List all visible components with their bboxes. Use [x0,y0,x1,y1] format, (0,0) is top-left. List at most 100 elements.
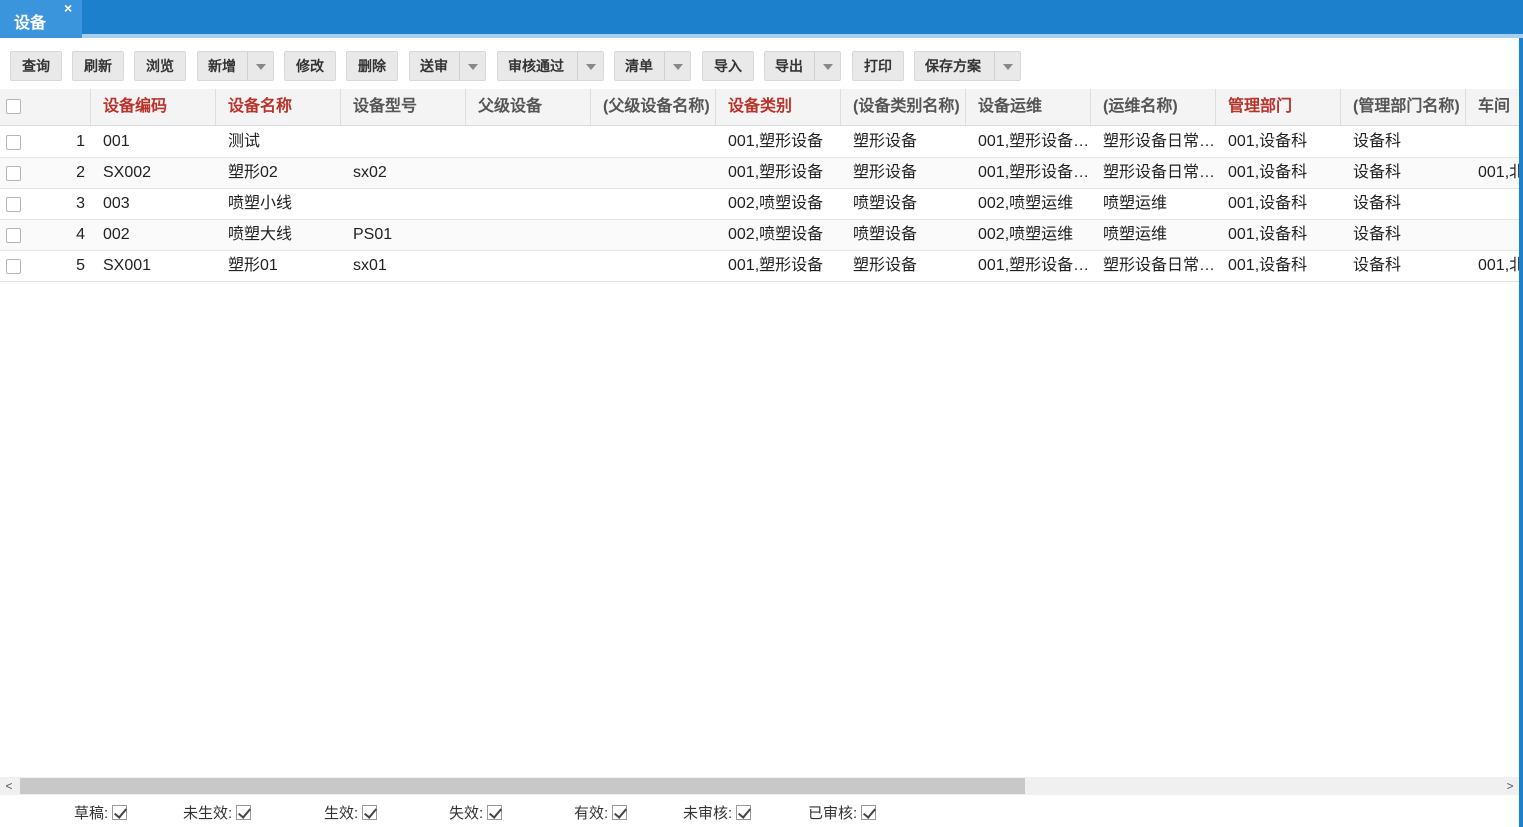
column-header-category[interactable]: 设备类别 [716,89,841,126]
horizontal-scrollbar[interactable]: < > [0,777,1519,795]
filter-checkbox[interactable] [112,805,128,820]
column-header-parent-name[interactable]: (父级设备名称) [591,89,716,126]
row-checkbox[interactable] [6,259,21,274]
table-cell[interactable]: SX002 [91,158,216,188]
table-cell[interactable] [466,251,591,281]
filter-effective[interactable]: 生效: [324,802,378,823]
table-cell[interactable]: 001 [91,127,216,157]
table-cell[interactable]: 001,设备科 [1216,158,1341,188]
table-cell[interactable] [591,127,716,157]
chevron-down-icon[interactable] [577,52,603,80]
scroll-right-icon[interactable]: > [1501,777,1519,795]
column-header-maintenance-name[interactable]: (运维名称) [1091,89,1216,126]
table-cell[interactable]: PS01 [341,220,466,250]
delete-button[interactable]: 删除 [346,51,398,81]
table-cell[interactable]: 002,喷塑设备 [716,220,841,250]
column-header-parent[interactable]: 父级设备 [466,89,591,126]
browse-button[interactable]: 浏览 [134,51,186,81]
row-checkbox[interactable] [6,228,21,243]
table-cell[interactable]: 设备科 [1341,220,1466,250]
chevron-down-icon[interactable] [459,52,485,80]
table-cell[interactable]: 塑形设备 [841,158,966,188]
filter-checkbox[interactable] [487,805,503,820]
scroll-left-icon[interactable]: < [0,777,18,795]
filter-checkbox[interactable] [362,805,378,820]
table-cell[interactable]: 003 [91,189,216,219]
table-cell[interactable]: 设备科 [1341,251,1466,281]
table-cell[interactable]: 塑形设备 [841,127,966,157]
table-cell[interactable]: sx01 [341,251,466,281]
table-cell[interactable] [591,158,716,188]
table-cell[interactable]: 测试 [216,127,341,157]
filter-draft[interactable]: 草稿: [74,802,128,823]
refresh-button[interactable]: 刷新 [72,51,124,81]
table-cell[interactable]: 001,北 [1466,158,1519,188]
table-cell[interactable]: 001,塑形设备 [716,158,841,188]
chevron-down-icon[interactable] [814,52,840,80]
table-cell[interactable]: 001,北 [1466,251,1519,281]
table-cell[interactable] [466,127,591,157]
table-cell[interactable]: 塑形设备日常运维 [1091,127,1216,157]
row-checkbox[interactable] [6,135,21,150]
save-scheme-button[interactable]: 保存方案 [914,51,1021,81]
table-cell[interactable] [1466,189,1519,219]
table-cell[interactable]: 002,喷塑运维 [966,189,1091,219]
table-cell[interactable]: 设备科 [1341,189,1466,219]
table-cell[interactable] [466,189,591,219]
column-header-department-name[interactable]: (管理部门名称) [1341,89,1466,126]
table-cell[interactable]: 喷塑大线 [216,220,341,250]
table-cell[interactable] [1466,220,1519,250]
table-cell[interactable] [466,220,591,250]
column-header-model[interactable]: 设备型号 [341,89,466,126]
table-cell[interactable] [1466,127,1519,157]
table-cell[interactable]: 002 [91,220,216,250]
row-checkbox[interactable] [6,166,21,181]
table-cell[interactable]: 设备科 [1341,158,1466,188]
filter-reviewed[interactable]: 已审核: [808,802,877,823]
table-cell[interactable]: 塑形设备 [841,251,966,281]
filter-checkbox[interactable] [736,805,752,820]
table-cell[interactable]: 塑形02 [216,158,341,188]
column-header-maintenance[interactable]: 设备运维 [966,89,1091,126]
table-cell[interactable]: 001,设备科 [1216,220,1341,250]
table-cell[interactable]: 塑形设备日常运维 [1091,251,1216,281]
table-row[interactable]: 5 SX001塑形01sx01 001,塑形设备塑形设备001,塑形设备日常运维塑形… [0,251,1519,282]
close-icon[interactable]: × [64,1,72,15]
edit-button[interactable]: 修改 [284,51,336,81]
list-button[interactable]: 清单 [614,51,691,81]
submit-review-button[interactable]: 送审 [409,51,486,81]
table-cell[interactable]: 喷塑运维 [1091,189,1216,219]
table-cell[interactable] [591,189,716,219]
table-cell[interactable]: 001,塑形设备 [716,251,841,281]
filter-checkbox[interactable] [612,805,628,820]
table-row[interactable]: 1 001测试 001,塑形设备塑形设备001,塑形设备日常运维塑形设备日常运维00… [0,127,1519,158]
table-cell[interactable] [341,127,466,157]
filter-valid[interactable]: 有效: [574,802,628,823]
table-cell[interactable]: 001,塑形设备 [716,127,841,157]
table-cell[interactable]: 001,塑形设备日常运维 [966,127,1091,157]
select-all-checkbox[interactable] [6,99,21,114]
table-cell[interactable]: 001,塑形设备日常运维 [966,158,1091,188]
table-cell[interactable]: 喷塑设备 [841,220,966,250]
filter-checkbox[interactable] [236,805,252,820]
table-row[interactable]: 3 003 喷塑小线 002,喷塑设备 喷塑设备 002,喷塑运维 喷塑运维 001,设备科设… [0,189,1519,220]
row-checkbox[interactable] [6,197,21,212]
scrollbar-thumb[interactable] [20,778,1025,794]
table-cell[interactable]: 喷塑小线 [216,189,341,219]
filter-checkbox[interactable] [861,805,877,820]
chevron-down-icon[interactable] [994,52,1020,80]
table-cell[interactable]: 001,塑形设备日常运维 [966,251,1091,281]
table-row[interactable]: 2 SX002塑形02sx02 001,塑形设备塑形设备001,塑形设备日常运维塑形… [0,158,1519,189]
table-cell[interactable]: 喷塑设备 [841,189,966,219]
filter-expired[interactable]: 失效: [449,802,503,823]
add-button[interactable]: 新增 [197,51,274,81]
import-button[interactable]: 导入 [702,51,754,81]
table-cell[interactable] [591,220,716,250]
table-cell[interactable]: 001,设备科 [1216,251,1341,281]
export-button[interactable]: 导出 [764,51,841,81]
table-cell[interactable] [466,158,591,188]
filter-unreviewed[interactable]: 未审核: [683,802,752,823]
column-header-code[interactable]: 设备编码 [91,89,216,126]
table-cell[interactable]: 喷塑运维 [1091,220,1216,250]
table-cell[interactable]: sx02 [341,158,466,188]
